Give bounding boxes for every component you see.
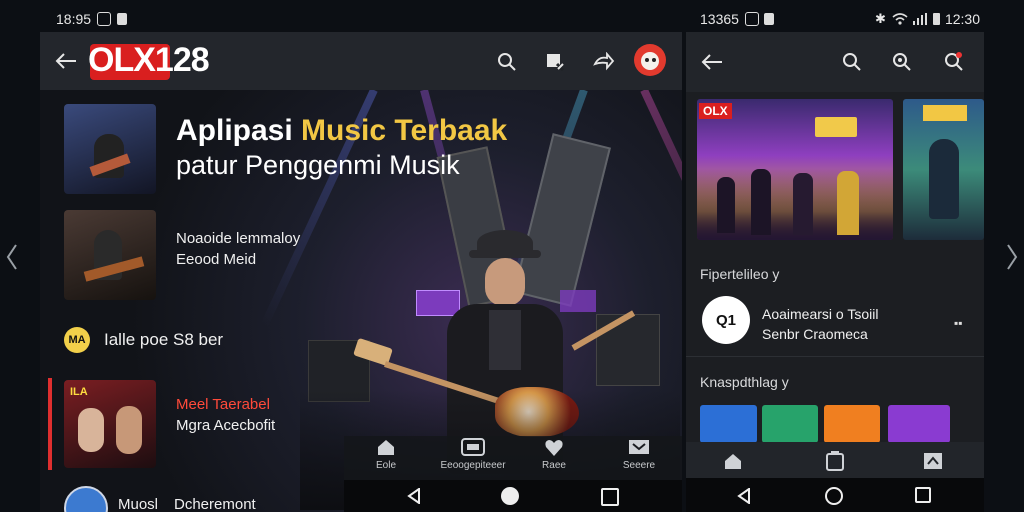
signal-icon (912, 13, 927, 25)
app-logo: OLX128 (88, 41, 210, 79)
system-nav-bar (344, 480, 682, 512)
system-recents-icon[interactable] (915, 487, 931, 503)
selection-indicator (48, 378, 52, 470)
list-item[interactable]: MA Ialle poe S8 ber (64, 325, 364, 355)
notifications-search-icon[interactable] (942, 50, 966, 74)
more-options-icon[interactable]: ▪▪ (954, 316, 963, 330)
back-arrow-icon[interactable] (700, 50, 724, 74)
system-home-icon[interactable] (501, 487, 519, 505)
badge-icon: MA (64, 327, 90, 353)
notification-icon (744, 12, 759, 26)
crowd-figure (837, 171, 859, 235)
crowd-figure (717, 177, 735, 233)
heart-icon (545, 440, 563, 456)
left-edge-chevron-icon[interactable] (2, 242, 22, 272)
search-icon[interactable] (495, 50, 519, 74)
notification-icon-2 (763, 13, 774, 25)
list-item-subtitle: Mgra Acecbofit (176, 417, 276, 434)
crowd-figure (793, 173, 813, 235)
category-card[interactable] (824, 405, 880, 443)
edit-icon[interactable] (543, 50, 567, 74)
back-arrow-icon[interactable] (54, 49, 78, 73)
featured-banner[interactable]: OLX (697, 99, 893, 240)
row-icon: Q1 (702, 296, 750, 344)
hero-title: Aplipasi Music Terbaak patur Penggenmi M… (176, 114, 508, 180)
app-bar (686, 32, 984, 92)
category-cards (700, 405, 984, 443)
nav-item-library[interactable]: Eeoogepiteeer (428, 438, 518, 480)
avatar (64, 486, 108, 512)
profile-avatar[interactable] (634, 44, 666, 76)
system-nav-bar (686, 478, 984, 512)
app-bar: OLX128 (40, 32, 682, 90)
search-icon[interactable] (840, 50, 864, 74)
wifi-icon (892, 13, 908, 25)
home-icon[interactable] (722, 450, 744, 472)
list-item-title: Ialle poe S8 ber (104, 330, 224, 349)
status-bar-right: 13365 ✱ 12:30 (700, 9, 980, 29)
list-item-title: Noaoide lemmaloy (176, 230, 301, 247)
status-clock: 12:30 (944, 11, 980, 27)
right-edge-chevron-icon[interactable] (1002, 242, 1022, 272)
battery-icon (932, 13, 940, 25)
notification-icon-2 (117, 13, 128, 25)
category-card[interactable] (762, 405, 818, 443)
section-title: Fipertelileo y (700, 266, 780, 282)
share-icon[interactable] (592, 50, 616, 74)
store-icon[interactable] (922, 450, 944, 472)
status-time: 18:95 (56, 11, 92, 27)
row-title: Aoaimearsi o Tsoiil (762, 306, 879, 322)
artist-figure (929, 139, 959, 219)
system-back-icon[interactable] (734, 486, 754, 506)
list-item-title: Muosl (118, 496, 159, 512)
notification-icon (97, 12, 112, 26)
featured-banner-2[interactable] (903, 99, 984, 240)
list-item-subtitle: Dcheremont (174, 496, 256, 512)
featured-thumbnail[interactable] (64, 104, 156, 194)
system-home-icon[interactable] (825, 487, 843, 505)
list-row[interactable]: Q1 Aoaimearsi o Tsoiil Senbr Craomeca ▪▪ (686, 294, 984, 357)
library-icon[interactable] (824, 450, 846, 472)
store-icon (629, 440, 649, 454)
stage-sign (815, 117, 857, 137)
right-phone-screen: OLX Fipertelileo y Q1 Aoaimearsi o Tsoii… (686, 32, 984, 512)
left-phone-screen: OLX128 Aplipasi Music Terbaak patur Peng… (40, 32, 682, 512)
status-bar-left: 18:95 (56, 9, 128, 29)
crowd-figure (751, 169, 771, 235)
list-item-title: Meel Taerabel (176, 396, 270, 413)
list-item[interactable]: Noaoide lemmaloy Eeood Meid (64, 210, 364, 300)
list-item-selected[interactable]: ILA Meel Taerabel Mgra Acecbofit (48, 378, 368, 470)
voice-search-icon[interactable] (890, 50, 914, 74)
nav-item-home[interactable]: Eole (344, 438, 428, 480)
section-title: Knaspdthlag y (700, 374, 789, 390)
system-back-icon[interactable] (404, 486, 424, 506)
bluetooth-icon: ✱ (875, 11, 886, 26)
bottom-nav (686, 442, 984, 478)
list-item-subtitle: Eeood Meid (176, 251, 257, 268)
album-thumbnail: ILA (64, 380, 156, 468)
home-icon (378, 440, 394, 455)
library-icon (461, 438, 485, 456)
nav-item-store[interactable]: Seeere (596, 438, 682, 480)
list-item[interactable]: Muosl Dcheremont (64, 484, 384, 512)
row-subtitle: Senbr Craomeca (762, 326, 868, 342)
status-right-time: 13365 (700, 11, 739, 27)
system-recents-icon[interactable] (601, 488, 619, 506)
banner-badge: OLX (699, 103, 732, 119)
bottom-nav: Eole Eeoogepiteeer Raee Seeere (344, 436, 682, 480)
banner-title-art (923, 105, 967, 121)
nav-item-favorite[interactable]: Raee (512, 438, 596, 480)
category-card[interactable] (888, 405, 950, 443)
album-thumbnail (64, 210, 156, 300)
category-card[interactable] (700, 405, 757, 443)
